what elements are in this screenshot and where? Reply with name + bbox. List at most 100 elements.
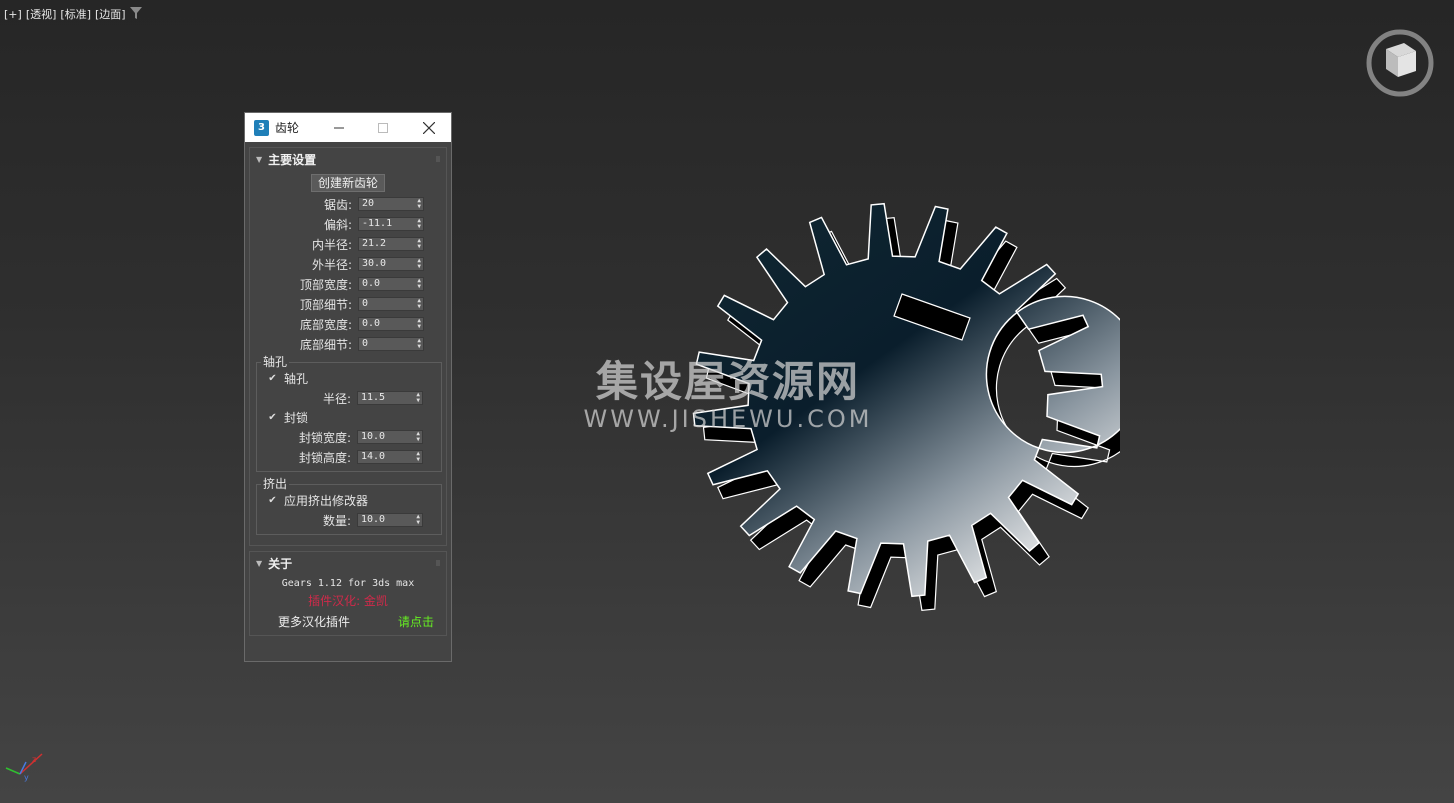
apply-extrude-checkbox[interactable]: ✔	[267, 495, 278, 506]
shaft-group-title: 轴孔	[261, 353, 290, 370]
top-width-spinner[interactable]: 0.0 ▲ ▼	[358, 277, 424, 291]
param-label: 封锁宽度:	[298, 430, 351, 445]
spinner-value: 11.5	[361, 392, 386, 403]
about-header[interactable]: ▼ 关于	[250, 552, 446, 574]
watermark-url-text: WWW.JISHEWU.COM	[583, 405, 873, 433]
param-row-inner-radius: 内半径: 21.2 ▲ ▼	[250, 234, 446, 254]
collapse-triangle-icon: ▼	[256, 154, 263, 164]
collapse-triangle-icon: ▼	[256, 558, 263, 568]
param-row-outer-radius: 外半径: 30.0 ▲ ▼	[250, 254, 446, 274]
spinner-arrows-icon[interactable]: ▲ ▼	[417, 278, 421, 290]
about-title: 关于	[268, 556, 293, 571]
teeth-spinner[interactable]: 20 ▲ ▼	[358, 197, 424, 211]
param-row-extrude-amount: 数量: 10.0 ▲ ▼	[257, 510, 441, 530]
close-icon	[423, 121, 435, 134]
param-row-top-width: 顶部宽度: 0.0 ▲ ▼	[250, 274, 446, 294]
param-row-skew: 偏斜: -11.1 ▲ ▼	[250, 214, 446, 234]
more-plugins-label: 更多汉化插件	[278, 615, 351, 629]
lock-width-spinner[interactable]: 10.0 ▲ ▼	[357, 430, 423, 444]
main-settings-title: 主要设置	[268, 152, 317, 167]
spinner-arrows-icon[interactable]: ▲ ▼	[417, 298, 421, 310]
viewport-menu-edged-faces[interactable]: [边面]	[95, 6, 126, 22]
extrude-amount-spinner[interactable]: 10.0 ▲ ▼	[357, 513, 423, 527]
viewcube[interactable]	[1364, 27, 1436, 99]
rollout-grip-icon[interactable]	[436, 156, 440, 162]
param-row-teeth: 锯齿: 20 ▲ ▼	[250, 194, 446, 214]
param-row-top-detail: 顶部细节: 0 ▲ ▼	[250, 294, 446, 314]
minimize-icon	[334, 127, 344, 128]
param-label: 半径:	[322, 391, 351, 406]
spinner-arrows-icon[interactable]: ▲ ▼	[417, 318, 421, 330]
shaft-group: 轴孔 ✔ 轴孔 半径: 11.5 ▲ ▼ ✔ 封锁 封锁宽度: 10.0 ▲ ▼ 封锁高…	[256, 353, 442, 472]
lock-checkbox-row[interactable]: ✔ 封锁	[257, 408, 441, 427]
param-label: 顶部细节:	[299, 297, 352, 312]
inner-radius-spinner[interactable]: 21.2 ▲ ▼	[358, 237, 424, 251]
spinner-arrows-icon[interactable]: ▲ ▼	[417, 218, 421, 230]
spinner-arrows-icon[interactable]: ▲ ▼	[417, 338, 421, 350]
viewport-menu-shading-standard[interactable]: [标准]	[60, 6, 91, 22]
spinner-value: 0.0	[362, 318, 381, 329]
viewport-menu-view[interactable]: [透视]	[26, 6, 57, 22]
svg-text:z: z	[32, 755, 36, 764]
param-label: 顶部宽度:	[299, 277, 352, 292]
param-row-bottom-detail: 底部细节: 0 ▲ ▼	[250, 334, 446, 354]
close-button[interactable]	[407, 113, 451, 142]
about-rollout: ▼ 关于 Gears 1.12 for 3ds max 插件汉化: 金凯 更多汉…	[249, 551, 447, 636]
maximize-icon	[378, 122, 388, 133]
shaft-checkbox[interactable]: ✔	[267, 373, 278, 384]
param-row-shaft-radius: 半径: 11.5 ▲ ▼	[257, 388, 441, 408]
axis-tripod-icon: z y	[5, 753, 43, 782]
minimize-button[interactable]	[317, 113, 361, 142]
main-settings-rollout: ▼ 主要设置 创建新齿轮 锯齿: 20 ▲ ▼ 偏斜: -11.1 ▲ ▼ 内半径: 2…	[249, 147, 447, 546]
spinner-value: 14.0	[361, 451, 386, 462]
maximize-button[interactable]	[361, 113, 405, 142]
lock-checkbox[interactable]: ✔	[267, 412, 278, 423]
lock-checkbox-label: 封锁	[284, 411, 309, 425]
spinner-value: 10.0	[361, 514, 386, 525]
param-row-lock-height: 封锁高度: 14.0 ▲ ▼	[257, 447, 441, 467]
outer-radius-spinner[interactable]: 30.0 ▲ ▼	[358, 257, 424, 271]
spinner-value: 0	[362, 338, 369, 349]
spinner-arrows-icon[interactable]: ▲ ▼	[416, 514, 420, 526]
spinner-arrows-icon[interactable]: ▲ ▼	[416, 431, 420, 443]
apply-extrude-label: 应用挤出修改器	[284, 494, 369, 508]
spinner-arrows-icon[interactable]: ▲ ▼	[417, 198, 421, 210]
lock-height-spinner[interactable]: 14.0 ▲ ▼	[357, 450, 423, 464]
bottom-width-spinner[interactable]: 0.0 ▲ ▼	[358, 317, 424, 331]
extrude-group: 挤出 ✔ 应用挤出修改器 数量: 10.0 ▲ ▼	[256, 475, 442, 535]
more-plugins-link[interactable]: 请点击	[398, 613, 434, 630]
about-more-row: 更多汉化插件 请点击	[250, 611, 446, 631]
spinner-arrows-icon[interactable]: ▲ ▼	[417, 238, 421, 250]
param-row-lock-width: 封锁宽度: 10.0 ▲ ▼	[257, 427, 441, 447]
watermark-cn-text: 集设屋资源网	[595, 357, 860, 406]
viewport-menu-plus[interactable]: [+]	[4, 8, 22, 21]
top-detail-spinner[interactable]: 0 ▲ ▼	[358, 297, 424, 311]
skew-spinner[interactable]: -11.1 ▲ ▼	[358, 217, 424, 231]
shaft-radius-spinner[interactable]: 11.5 ▲ ▼	[357, 391, 423, 405]
viewport-label: [+] [透视] [标准] [边面]	[4, 6, 126, 22]
param-label: 数量:	[322, 513, 351, 528]
spinner-value: -11.1	[362, 218, 393, 229]
param-label: 偏斜:	[323, 217, 352, 232]
about-version-text: Gears 1.12 for 3ds max	[281, 578, 415, 589]
spinner-value: 20	[362, 198, 375, 209]
param-row-bottom-width: 底部宽度: 0.0 ▲ ▼	[250, 314, 446, 334]
main-settings-header[interactable]: ▼ 主要设置	[250, 148, 446, 170]
bottom-detail-spinner[interactable]: 0 ▲ ▼	[358, 337, 424, 351]
param-label: 底部宽度:	[299, 317, 352, 332]
param-label: 锯齿:	[323, 197, 352, 212]
spinner-arrows-icon[interactable]: ▲ ▼	[416, 392, 420, 404]
rollout-grip-icon[interactable]	[436, 560, 440, 566]
about-credit-text: 插件汉化: 金凯	[308, 594, 388, 608]
shaft-checkbox-row[interactable]: ✔ 轴孔	[257, 369, 441, 388]
filter-icon[interactable]	[130, 7, 142, 19]
viewcube-box[interactable]	[1386, 43, 1416, 77]
create-new-gear-button[interactable]: 创建新齿轮	[311, 174, 385, 192]
spinner-arrows-icon[interactable]: ▲ ▼	[416, 451, 420, 463]
param-label: 内半径:	[311, 237, 352, 252]
apply-extrude-checkbox-row[interactable]: ✔ 应用挤出修改器	[257, 491, 441, 510]
dialog-titlebar[interactable]: 3 齿轮	[245, 113, 451, 142]
spinner-arrows-icon[interactable]: ▲ ▼	[417, 258, 421, 270]
3dsmax-app-icon: 3	[254, 119, 269, 136]
param-label: 底部细节:	[299, 337, 352, 352]
